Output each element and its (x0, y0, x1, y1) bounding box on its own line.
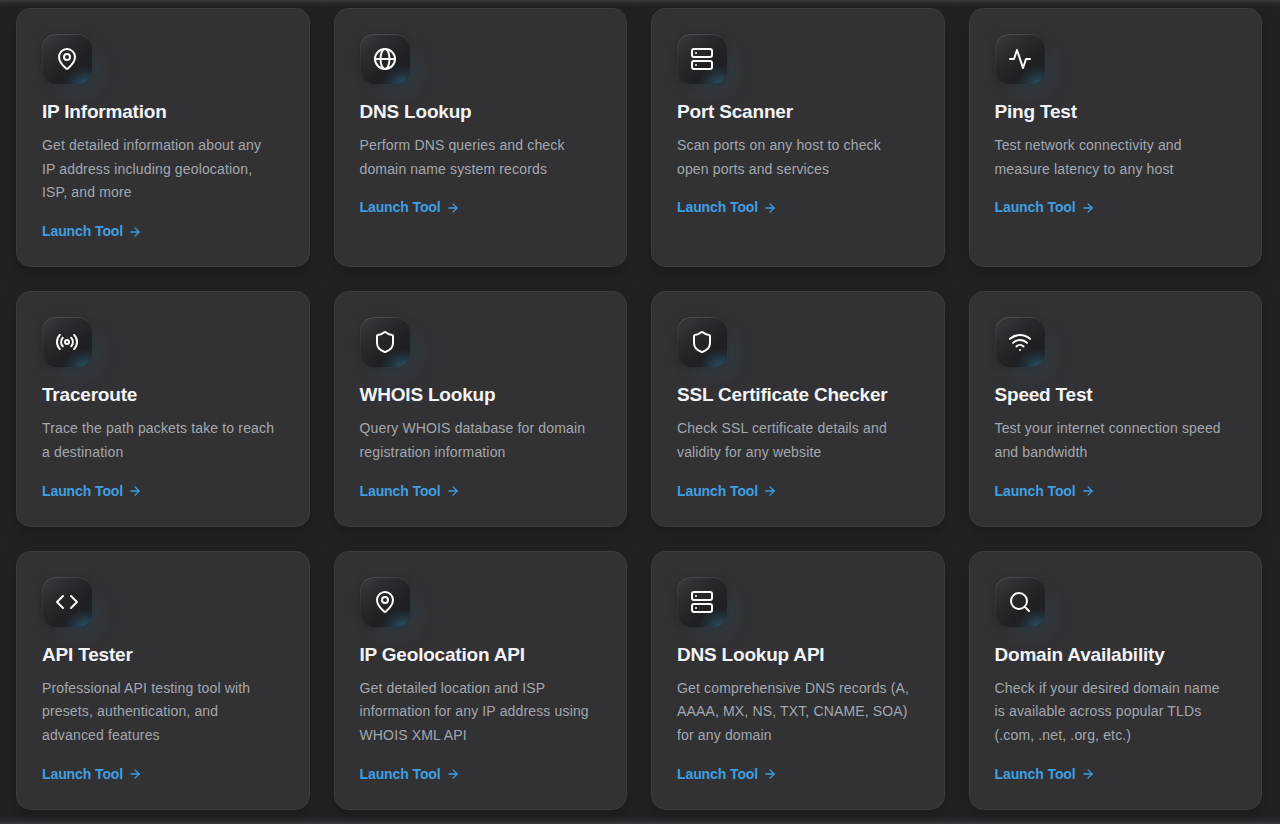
launch-tool-link[interactable]: Launch Tool (995, 481, 1237, 501)
tool-card-ssl-certificate-checker: SSL Certificate Checker Check SSL certifi… (651, 291, 945, 526)
server-icon (677, 34, 727, 84)
launch-tool-link[interactable]: Launch Tool (360, 481, 602, 501)
launch-tool-link[interactable]: Launch Tool (42, 481, 284, 501)
tool-card-domain-availability: Domain Availability Check if your desired… (969, 551, 1263, 810)
launch-tool-link[interactable]: Launch Tool (677, 764, 919, 784)
tool-title: API Tester (42, 641, 284, 669)
tool-description: Get comprehensive DNS records (A, AAAA, … (677, 677, 911, 748)
tool-card-api-tester: API Tester Professional API testing tool … (16, 551, 310, 810)
arrow-right-icon (763, 767, 777, 781)
map-pin-icon (42, 34, 92, 84)
tool-card-dns-lookup-api: DNS Lookup API Get comprehensive DNS reco… (651, 551, 945, 810)
arrow-right-icon (446, 484, 460, 498)
launch-tool-link[interactable]: Launch Tool (995, 197, 1237, 217)
launch-tool-link[interactable]: Launch Tool (995, 764, 1237, 784)
radio-icon (42, 317, 92, 367)
wifi-icon (995, 317, 1045, 367)
tool-title: WHOIS Lookup (360, 381, 602, 409)
tool-title: Port Scanner (677, 98, 919, 126)
arrow-right-icon (128, 484, 142, 498)
tool-card-dns-lookup: DNS Lookup Perform DNS queries and check … (334, 8, 628, 267)
tool-description: Test network connectivity and measure la… (995, 134, 1229, 181)
launch-tool-link[interactable]: Launch Tool (42, 221, 284, 241)
tool-title: IP Geolocation API (360, 641, 602, 669)
launch-tool-label: Launch Tool (995, 197, 1076, 217)
tool-description: Check SSL certificate details and validi… (677, 417, 911, 464)
launch-tool-label: Launch Tool (42, 764, 123, 784)
tool-card-ip-geolocation-api: IP Geolocation API Get detailed location … (334, 551, 628, 810)
tool-description: Perform DNS queries and check domain nam… (360, 134, 594, 181)
tool-description: Trace the path packets take to reach a d… (42, 417, 276, 464)
tool-description: Test your internet connection speed and … (995, 417, 1229, 464)
map-pin-icon (360, 577, 410, 627)
launch-tool-label: Launch Tool (677, 764, 758, 784)
tool-title: Speed Test (995, 381, 1237, 409)
tool-title: Traceroute (42, 381, 284, 409)
tool-description: Professional API testing tool with prese… (42, 677, 276, 748)
arrow-right-icon (763, 201, 777, 215)
tool-title: Domain Availability (995, 641, 1237, 669)
launch-tool-label: Launch Tool (677, 481, 758, 501)
launch-tool-link[interactable]: Launch Tool (360, 197, 602, 217)
tool-title: IP Information (42, 98, 284, 126)
tool-card-ip-information: IP Information Get detailed information a… (16, 8, 310, 267)
arrow-right-icon (763, 484, 777, 498)
globe-icon (360, 34, 410, 84)
tool-card-speed-test: Speed Test Test your internet connection … (969, 291, 1263, 526)
launch-tool-label: Launch Tool (995, 481, 1076, 501)
launch-tool-label: Launch Tool (360, 197, 441, 217)
tool-description: Scan ports on any host to check open por… (677, 134, 911, 181)
code-icon (42, 577, 92, 627)
tool-description: Query WHOIS database for domain registra… (360, 417, 594, 464)
tool-card-traceroute: Traceroute Trace the path packets take to… (16, 291, 310, 526)
launch-tool-link[interactable]: Launch Tool (677, 481, 919, 501)
activity-icon (995, 34, 1045, 84)
arrow-right-icon (1081, 767, 1095, 781)
server-icon (677, 577, 727, 627)
bottom-edge-fade (0, 816, 1280, 824)
arrow-right-icon (1081, 201, 1095, 215)
tool-description: Get detailed location and ISP informatio… (360, 677, 594, 748)
launch-tool-label: Launch Tool (360, 764, 441, 784)
arrow-right-icon (1081, 484, 1095, 498)
launch-tool-label: Launch Tool (42, 481, 123, 501)
tool-card-ping-test: Ping Test Test network connectivity and m… (969, 8, 1263, 267)
launch-tool-label: Launch Tool (42, 221, 123, 241)
search-icon (995, 577, 1045, 627)
shield-icon (360, 317, 410, 367)
tool-title: DNS Lookup (360, 98, 602, 126)
tool-title: SSL Certificate Checker (677, 381, 919, 409)
tool-description: Get detailed information about any IP ad… (42, 134, 276, 205)
arrow-right-icon (128, 225, 142, 239)
tool-title: DNS Lookup API (677, 641, 919, 669)
tool-card-port-scanner: Port Scanner Scan ports on any host to ch… (651, 8, 945, 267)
arrow-right-icon (446, 201, 460, 215)
tool-card-whois-lookup: WHOIS Lookup Query WHOIS database for dom… (334, 291, 628, 526)
launch-tool-link[interactable]: Launch Tool (360, 764, 602, 784)
launch-tool-label: Launch Tool (995, 764, 1076, 784)
launch-tool-label: Launch Tool (360, 481, 441, 501)
tools-grid: IP Information Get detailed information a… (0, 0, 1280, 810)
shield-icon (677, 317, 727, 367)
tool-title: Ping Test (995, 98, 1237, 126)
launch-tool-link[interactable]: Launch Tool (42, 764, 284, 784)
arrow-right-icon (128, 767, 142, 781)
launch-tool-label: Launch Tool (677, 197, 758, 217)
tool-description: Check if your desired domain name is ava… (995, 677, 1229, 748)
arrow-right-icon (446, 767, 460, 781)
launch-tool-link[interactable]: Launch Tool (677, 197, 919, 217)
